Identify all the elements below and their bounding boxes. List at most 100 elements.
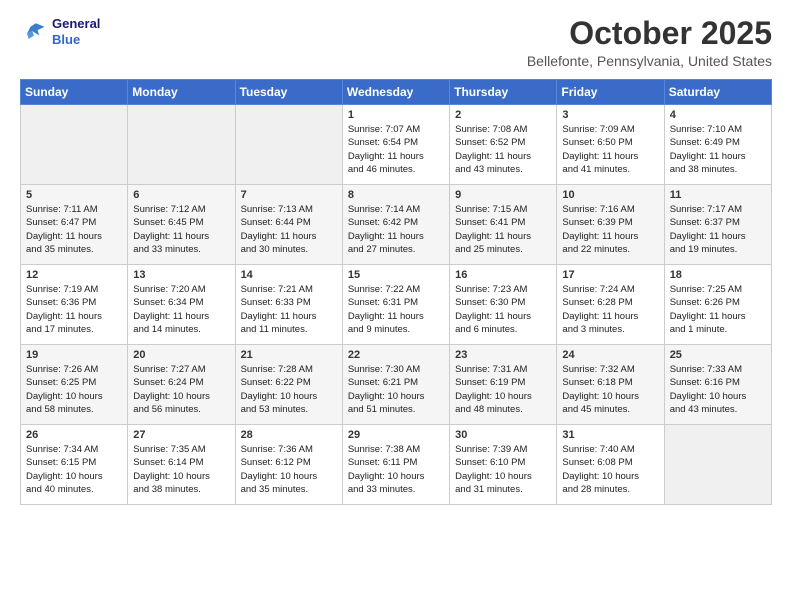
day-info: Sunrise: 7:28 AM Sunset: 6:22 PM Dayligh…: [241, 363, 337, 416]
day-number: 7: [241, 189, 337, 201]
day-number: 27: [133, 429, 229, 441]
day-number: 14: [241, 269, 337, 281]
page-title: October 2025: [527, 16, 772, 51]
calendar-day-header: Monday: [128, 80, 235, 105]
day-number: 31: [562, 429, 658, 441]
calendar-header-row: SundayMondayTuesdayWednesdayThursdayFrid…: [21, 80, 772, 105]
day-number: 23: [455, 349, 551, 361]
day-info: Sunrise: 7:07 AM Sunset: 6:54 PM Dayligh…: [348, 123, 444, 176]
day-info: Sunrise: 7:11 AM Sunset: 6:47 PM Dayligh…: [26, 203, 122, 256]
day-number: 10: [562, 189, 658, 201]
calendar-week-row: 5 Sunrise: 7:11 AM Sunset: 6:47 PM Daylig…: [21, 185, 772, 265]
day-info: Sunrise: 7:17 AM Sunset: 6:37 PM Dayligh…: [670, 203, 766, 256]
calendar-cell: 5 Sunrise: 7:11 AM Sunset: 6:47 PM Daylig…: [21, 185, 128, 265]
calendar-cell: [664, 425, 771, 505]
day-number: 19: [26, 349, 122, 361]
logo-text-blue: Blue: [52, 32, 100, 48]
day-info: Sunrise: 7:14 AM Sunset: 6:42 PM Dayligh…: [348, 203, 444, 256]
calendar-cell: 6 Sunrise: 7:12 AM Sunset: 6:45 PM Daylig…: [128, 185, 235, 265]
calendar-cell: 16 Sunrise: 7:23 AM Sunset: 6:30 PM Dayli…: [450, 265, 557, 345]
calendar-cell: 26 Sunrise: 7:34 AM Sunset: 6:15 PM Dayli…: [21, 425, 128, 505]
calendar-day-header: Thursday: [450, 80, 557, 105]
calendar-cell: 7 Sunrise: 7:13 AM Sunset: 6:44 PM Daylig…: [235, 185, 342, 265]
day-info: Sunrise: 7:32 AM Sunset: 6:18 PM Dayligh…: [562, 363, 658, 416]
calendar-cell: 28Sunrise: 7:36 AM Sunset: 6:12 PM Dayli…: [235, 425, 342, 505]
day-info: Sunrise: 7:08 AM Sunset: 6:52 PM Dayligh…: [455, 123, 551, 176]
day-info: Sunrise: 7:38 AM Sunset: 6:11 PM Dayligh…: [348, 443, 444, 496]
day-number: 3: [562, 109, 658, 121]
day-number: 5: [26, 189, 122, 201]
calendar-day-header: Wednesday: [342, 80, 449, 105]
day-number: 16: [455, 269, 551, 281]
day-info: Sunrise: 7:16 AM Sunset: 6:39 PM Dayligh…: [562, 203, 658, 256]
calendar-cell: 19 Sunrise: 7:26 AM Sunset: 6:25 PM Dayli…: [21, 345, 128, 425]
calendar-day-header: Friday: [557, 80, 664, 105]
logo-text-general: General: [52, 16, 100, 32]
day-info: Sunrise: 7:25 AM Sunset: 6:26 PM Dayligh…: [670, 283, 766, 336]
calendar-cell: [235, 105, 342, 185]
calendar-day-header: Sunday: [21, 80, 128, 105]
day-info: Sunrise: 7:35 AM Sunset: 6:14 PM Dayligh…: [133, 443, 229, 496]
calendar-table: SundayMondayTuesdayWednesdayThursdayFrid…: [20, 79, 772, 505]
day-info: Sunrise: 7:19 AM Sunset: 6:36 PM Dayligh…: [26, 283, 122, 336]
logo: General Blue: [20, 16, 100, 47]
day-info: Sunrise: 7:24 AM Sunset: 6:28 PM Dayligh…: [562, 283, 658, 336]
calendar-cell: 27 Sunrise: 7:35 AM Sunset: 6:14 PM Dayli…: [128, 425, 235, 505]
day-info: Sunrise: 7:09 AM Sunset: 6:50 PM Dayligh…: [562, 123, 658, 176]
calendar-cell: 23 Sunrise: 7:31 AM Sunset: 6:19 PM Dayli…: [450, 345, 557, 425]
day-number: 17: [562, 269, 658, 281]
day-info: Sunrise: 7:31 AM Sunset: 6:19 PM Dayligh…: [455, 363, 551, 416]
day-info: Sunrise: 7:12 AM Sunset: 6:45 PM Dayligh…: [133, 203, 229, 256]
day-number: 1: [348, 109, 444, 121]
calendar-cell: 30 Sunrise: 7:39 AM Sunset: 6:10 PM Dayli…: [450, 425, 557, 505]
day-number: 25: [670, 349, 766, 361]
day-info: Sunrise: 7:23 AM Sunset: 6:30 PM Dayligh…: [455, 283, 551, 336]
day-info: Sunrise: 7:40 AM Sunset: 6:08 PM Dayligh…: [562, 443, 658, 496]
calendar-cell: 18 Sunrise: 7:25 AM Sunset: 6:26 PM Dayli…: [664, 265, 771, 345]
day-info: Sunrise: 7:21 AM Sunset: 6:33 PM Dayligh…: [241, 283, 337, 336]
page-header: General Blue October 2025 Bellefonte, Pe…: [20, 16, 772, 69]
calendar-cell: 15Sunrise: 7:22 AM Sunset: 6:31 PM Dayli…: [342, 265, 449, 345]
calendar-cell: 9Sunrise: 7:15 AM Sunset: 6:41 PM Daylig…: [450, 185, 557, 265]
day-info: Sunrise: 7:30 AM Sunset: 6:21 PM Dayligh…: [348, 363, 444, 416]
calendar-cell: 4 Sunrise: 7:10 AM Sunset: 6:49 PM Daylig…: [664, 105, 771, 185]
day-number: 9: [455, 189, 551, 201]
calendar-cell: 21Sunrise: 7:28 AM Sunset: 6:22 PM Dayli…: [235, 345, 342, 425]
day-info: Sunrise: 7:22 AM Sunset: 6:31 PM Dayligh…: [348, 283, 444, 336]
calendar-cell: 24Sunrise: 7:32 AM Sunset: 6:18 PM Dayli…: [557, 345, 664, 425]
day-info: Sunrise: 7:36 AM Sunset: 6:12 PM Dayligh…: [241, 443, 337, 496]
calendar-cell: 12Sunrise: 7:19 AM Sunset: 6:36 PM Dayli…: [21, 265, 128, 345]
day-number: 8: [348, 189, 444, 201]
day-info: Sunrise: 7:33 AM Sunset: 6:16 PM Dayligh…: [670, 363, 766, 416]
calendar-week-row: 19 Sunrise: 7:26 AM Sunset: 6:25 PM Dayli…: [21, 345, 772, 425]
calendar-cell: 10 Sunrise: 7:16 AM Sunset: 6:39 PM Dayli…: [557, 185, 664, 265]
day-number: 26: [26, 429, 122, 441]
calendar-day-header: Tuesday: [235, 80, 342, 105]
day-number: 29: [348, 429, 444, 441]
day-info: Sunrise: 7:13 AM Sunset: 6:44 PM Dayligh…: [241, 203, 337, 256]
calendar-cell: 25 Sunrise: 7:33 AM Sunset: 6:16 PM Dayli…: [664, 345, 771, 425]
calendar-cell: 8 Sunrise: 7:14 AM Sunset: 6:42 PM Daylig…: [342, 185, 449, 265]
calendar-page: General Blue October 2025 Bellefonte, Pe…: [0, 0, 792, 612]
day-number: 13: [133, 269, 229, 281]
calendar-cell: 2 Sunrise: 7:08 AM Sunset: 6:52 PM Daylig…: [450, 105, 557, 185]
day-number: 18: [670, 269, 766, 281]
calendar-week-row: 26 Sunrise: 7:34 AM Sunset: 6:15 PM Dayli…: [21, 425, 772, 505]
day-number: 11: [670, 189, 766, 201]
day-info: Sunrise: 7:10 AM Sunset: 6:49 PM Dayligh…: [670, 123, 766, 176]
calendar-day-header: Saturday: [664, 80, 771, 105]
logo-icon: [20, 18, 48, 46]
calendar-cell: [128, 105, 235, 185]
day-number: 2: [455, 109, 551, 121]
day-number: 30: [455, 429, 551, 441]
calendar-cell: 20Sunrise: 7:27 AM Sunset: 6:24 PM Dayli…: [128, 345, 235, 425]
day-info: Sunrise: 7:39 AM Sunset: 6:10 PM Dayligh…: [455, 443, 551, 496]
day-info: Sunrise: 7:34 AM Sunset: 6:15 PM Dayligh…: [26, 443, 122, 496]
day-number: 4: [670, 109, 766, 121]
calendar-cell: 14 Sunrise: 7:21 AM Sunset: 6:33 PM Dayli…: [235, 265, 342, 345]
day-info: Sunrise: 7:26 AM Sunset: 6:25 PM Dayligh…: [26, 363, 122, 416]
calendar-cell: 3 Sunrise: 7:09 AM Sunset: 6:50 PM Daylig…: [557, 105, 664, 185]
calendar-cell: 13Sunrise: 7:20 AM Sunset: 6:34 PM Dayli…: [128, 265, 235, 345]
page-subtitle: Bellefonte, Pennsylvania, United States: [527, 53, 772, 69]
day-number: 6: [133, 189, 229, 201]
